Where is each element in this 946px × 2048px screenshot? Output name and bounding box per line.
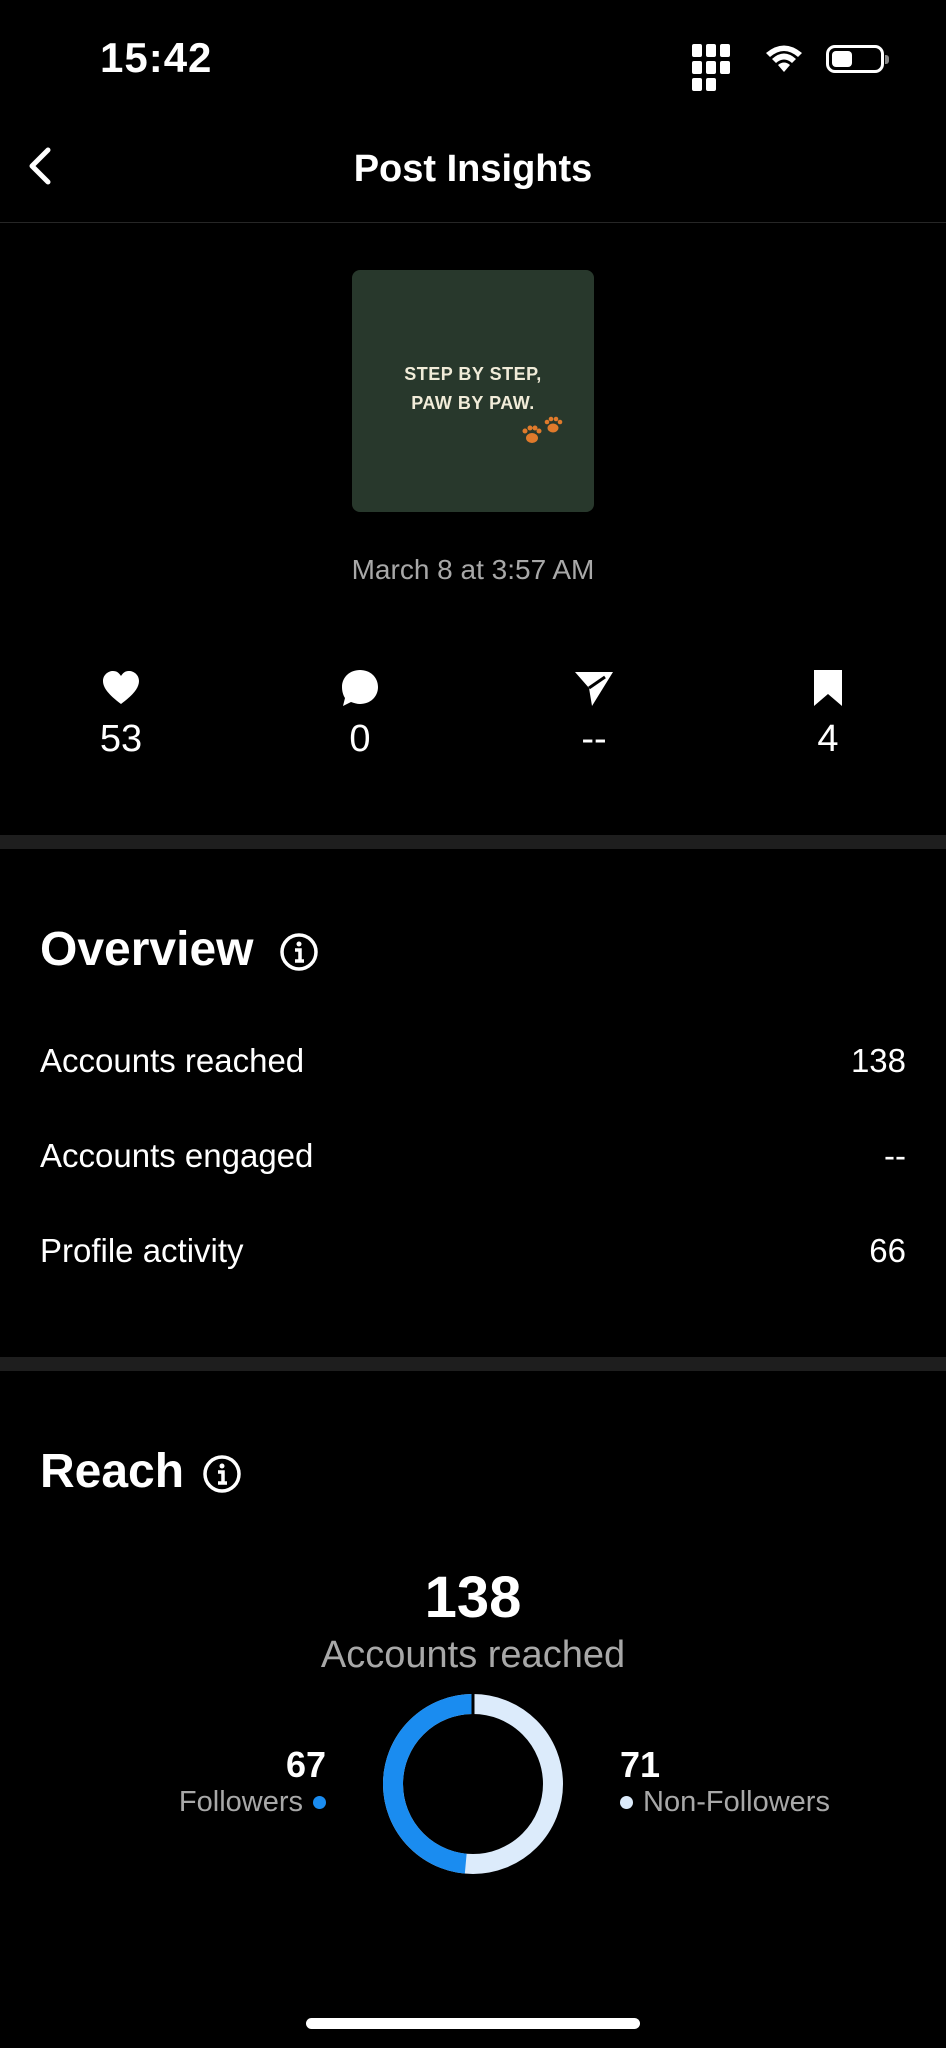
reach-total-label: Accounts reached	[320, 1634, 626, 1676]
saves-count: 4	[817, 718, 839, 760]
followers-dot	[313, 1796, 326, 1809]
row-value: --	[884, 1137, 906, 1174]
overview-row-profile-activity[interactable]: Profile activity 66	[40, 1232, 906, 1270]
shares-count: --	[581, 718, 607, 760]
post-date: March 8 at 3:57 AM	[351, 554, 595, 585]
non-followers-count: 71	[620, 1744, 661, 1785]
reach-info-icon[interactable]	[202, 1454, 242, 1494]
bookmark-icon	[814, 670, 842, 706]
non-followers-label: Non-Followers	[643, 1786, 830, 1818]
comments-count: 0	[349, 718, 371, 760]
followers-label: Followers	[178, 1786, 303, 1818]
row-label: Accounts engaged	[40, 1137, 314, 1174]
status-time: 15:42	[100, 34, 213, 81]
reach-donut-chart	[383, 1694, 563, 1874]
overview-row-accounts-reached[interactable]: Accounts reached 138	[40, 1042, 906, 1080]
status-icons	[692, 44, 889, 91]
row-value: 66	[869, 1232, 906, 1269]
overview-row-accounts-engaged[interactable]: Accounts engaged --	[40, 1137, 906, 1175]
post-thumbnail-caption: STEP BY STEP, PAW BY PAW.	[404, 364, 542, 413]
non-followers-label-row: Non-Followers	[620, 1786, 830, 1819]
send-icon	[575, 672, 613, 706]
non-followers-dot	[620, 1796, 633, 1809]
followers-legend: 67 Followers	[179, 1744, 326, 1819]
overview-info-icon[interactable]	[279, 932, 319, 972]
followers-count: 67	[285, 1744, 326, 1785]
wifi-icon	[766, 45, 802, 72]
shares-metric: --	[524, 666, 664, 761]
section-divider	[0, 1357, 946, 1371]
paw-prints-icon	[522, 416, 563, 443]
row-label: Accounts reached	[40, 1042, 305, 1079]
donut-followers-arc	[383, 1694, 474, 1874]
signal-icon	[692, 44, 742, 91]
home-indicator[interactable]	[306, 2018, 640, 2029]
page-title: Post Insights	[353, 148, 593, 190]
section-divider	[0, 835, 946, 849]
heart-icon	[103, 671, 139, 704]
saves-metric: 4	[758, 666, 898, 761]
battery-icon	[826, 45, 889, 73]
comments-metric: 0	[290, 666, 430, 761]
reach-total: 138	[424, 1565, 522, 1630]
non-followers-legend: 71 Non-Followers	[620, 1744, 830, 1819]
overview-title: Overview	[40, 923, 254, 976]
followers-label-row: Followers	[179, 1786, 326, 1819]
likes-count: 53	[99, 718, 143, 760]
likes-metric: 53	[51, 666, 191, 761]
row-label: Profile activity	[40, 1232, 244, 1269]
reach-title: Reach	[40, 1445, 185, 1498]
row-value: 138	[850, 1042, 906, 1079]
comment-icon	[342, 670, 378, 706]
